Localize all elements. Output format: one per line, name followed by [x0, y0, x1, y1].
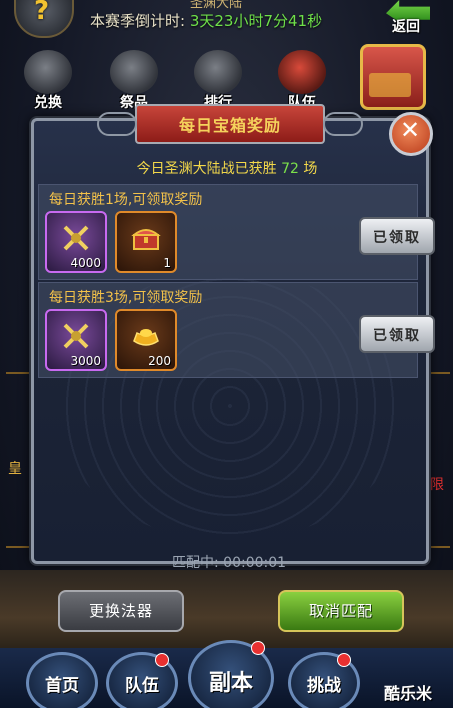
reward-condition: 每日获胜3场,可领取奖励: [49, 290, 203, 306]
left-side-panel: 皇: [6, 372, 34, 548]
treasure-chest-button[interactable]: [360, 44, 426, 110]
reward-item[interactable]: 4000: [45, 211, 107, 273]
dialog-title-banner: 每日宝箱奖励: [97, 104, 363, 144]
reward-item[interactable]: 200: [115, 309, 177, 371]
menu-exchange[interactable]: 兑换: [18, 50, 78, 112]
bag-icon: [24, 50, 72, 94]
flag-icon: [278, 50, 326, 94]
item-quantity: 3000: [70, 354, 101, 368]
countdown-value: 3天23小时7分41秒: [189, 12, 323, 30]
back-button[interactable]: 返回: [380, 0, 434, 40]
swap-artifact-button[interactable]: 更换法器: [58, 590, 184, 632]
reward-row: 每日获胜3场,可领取奖励 3000 200 已领取: [38, 282, 435, 378]
reward-item[interactable]: 3000: [45, 309, 107, 371]
offering-icon: [110, 50, 158, 94]
nav-label: 副本: [208, 671, 253, 696]
nav-dungeon[interactable]: 副本: [188, 640, 274, 708]
item-quantity: 4000: [70, 256, 101, 270]
claimed-label: 已领取: [373, 328, 421, 344]
menu-ranking[interactable]: 排行: [188, 50, 248, 112]
game-screen: 圣渊大陆 ? 本赛季倒计时: 3天23小时7分41秒 返回 兑换 祭品 排行 队…: [0, 0, 453, 708]
cancel-match-button[interactable]: 取消匹配: [278, 590, 404, 632]
close-icon: ✕: [400, 116, 421, 144]
nav-team[interactable]: 队伍: [106, 652, 178, 708]
wins-suffix: 场: [303, 161, 318, 177]
nav-label: 队伍: [125, 676, 159, 696]
reward-condition: 每日获胜1场,可领取奖励: [49, 192, 203, 208]
wins-prefix: 今日圣渊大陆战已获胜: [136, 161, 277, 177]
dialog-title: 每日宝箱奖励: [178, 116, 281, 135]
back-label: 返回: [392, 19, 420, 35]
claimed-button[interactable]: 已领取: [359, 315, 435, 353]
side-text: 限: [430, 477, 444, 493]
match-timer: 匹配中: 00:00:01: [172, 555, 287, 571]
claimed-label: 已领取: [373, 230, 421, 246]
watermark-text: 酷乐米: [384, 684, 433, 703]
item-quantity: 1: [163, 256, 171, 270]
side-text: 皇: [8, 461, 22, 477]
nav-challenge[interactable]: 挑战: [288, 652, 360, 708]
crossed-swords-icon: [63, 225, 89, 251]
notification-badge: [337, 653, 351, 667]
swap-label: 更换法器: [88, 602, 153, 620]
reward-item[interactable]: 1: [115, 211, 177, 273]
wins-summary: 今日圣渊大陆战已获胜 72 场: [31, 158, 423, 178]
nav-label: 首页: [45, 676, 79, 696]
gold-ingot-icon: [133, 329, 159, 346]
cancel-label: 取消匹配: [308, 602, 373, 620]
claimed-button[interactable]: 已领取: [359, 217, 435, 255]
menu-team[interactable]: 队伍: [272, 50, 332, 112]
wins-count: 72: [281, 161, 299, 177]
notification-badge: [155, 653, 169, 667]
notification-badge: [251, 641, 265, 655]
reward-row: 每日获胜1场,可领取奖励 4000 1 已领取: [38, 184, 435, 280]
menu-offering[interactable]: 祭品: [104, 50, 164, 112]
question-icon: ?: [34, 0, 50, 26]
treasure-chest-icon: [131, 229, 161, 250]
close-button[interactable]: ✕: [389, 112, 433, 156]
ranking-scroll-icon: [194, 50, 242, 94]
menu-label: 兑换: [34, 95, 62, 111]
countdown-label: 本赛季倒计时:: [90, 12, 186, 30]
nav-label: 挑战: [307, 676, 341, 696]
item-quantity: 200: [148, 354, 171, 368]
nav-home[interactable]: 首页: [26, 652, 98, 708]
help-button[interactable]: ?: [14, 0, 74, 38]
season-countdown: 本赛季倒计时: 3天23小时7分41秒: [90, 10, 322, 31]
crossed-swords-icon: [63, 323, 89, 349]
